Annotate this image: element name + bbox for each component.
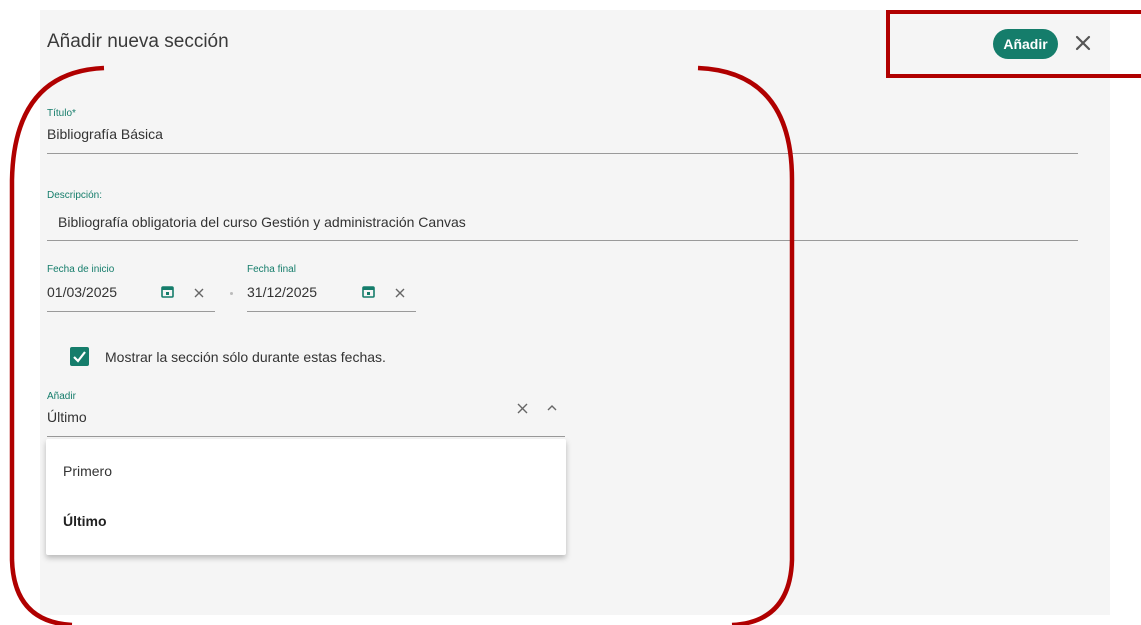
- chevron-up-icon[interactable]: [546, 404, 558, 412]
- dialog-title: Añadir nueva sección: [47, 31, 229, 52]
- description-field-label: Descripción:: [47, 190, 103, 201]
- title-field-underline: [47, 153, 1078, 154]
- clear-position-icon[interactable]: [516, 402, 529, 415]
- close-icon[interactable]: [1073, 33, 1093, 53]
- option-ultimo[interactable]: Último: [63, 513, 107, 529]
- start-date-label: Fecha de inicio: [47, 264, 115, 275]
- description-field-underline: [47, 240, 1078, 241]
- show-only-checkbox[interactable]: [70, 347, 89, 366]
- calendar-icon[interactable]: [362, 285, 375, 298]
- position-select-label: Añadir: [47, 391, 76, 402]
- position-select[interactable]: Último: [47, 409, 87, 425]
- end-date-underline: [247, 311, 416, 312]
- end-date-label: Fecha final: [247, 264, 296, 275]
- clear-start-date-icon[interactable]: [193, 287, 205, 299]
- option-primero[interactable]: Primero: [63, 463, 112, 479]
- show-only-label: Mostrar la sección sólo durante estas fe…: [105, 349, 386, 365]
- start-date-underline: [47, 311, 215, 312]
- date-separator-dot: [230, 292, 233, 295]
- clear-end-date-icon[interactable]: [394, 287, 406, 299]
- checkmark-icon: [73, 351, 86, 363]
- end-date-field[interactable]: 31/12/2025: [247, 284, 317, 300]
- start-date-field[interactable]: 01/03/2025: [47, 284, 117, 300]
- position-select-underline: [47, 436, 565, 437]
- calendar-icon[interactable]: [161, 285, 174, 298]
- title-field[interactable]: Bibliografía Básica: [47, 126, 163, 142]
- title-field-label: Título*: [47, 108, 76, 119]
- description-field[interactable]: Bibliografía obligatoria del curso Gesti…: [58, 214, 466, 230]
- position-dropdown: Primero Último: [46, 439, 566, 555]
- add-button[interactable]: Añadir: [993, 29, 1058, 59]
